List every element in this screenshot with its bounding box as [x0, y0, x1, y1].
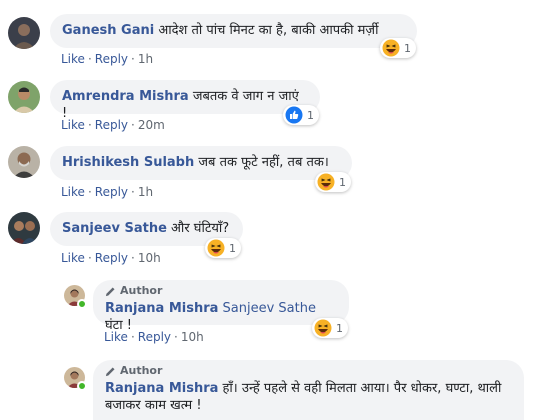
pencil-icon — [105, 286, 115, 296]
reply-link[interactable]: Reply — [95, 185, 128, 199]
pencil-icon — [105, 366, 115, 376]
comment-actions: Like · Reply · 1h — [61, 185, 154, 199]
like-link[interactable]: Like — [61, 185, 85, 199]
reaction-count: 1 — [339, 175, 346, 189]
avatar[interactable] — [8, 81, 40, 113]
timestamp[interactable]: 1h — [138, 52, 153, 66]
reaction-count: 1 — [307, 108, 314, 122]
author-label: Author — [120, 284, 163, 297]
reaction-count: 1 — [229, 241, 236, 255]
haha-icon — [317, 173, 335, 191]
commenter-name[interactable]: Hrishikesh Sulabh — [62, 155, 194, 170]
reply-link[interactable]: Reply — [95, 251, 128, 265]
reaction-count: 1 — [404, 41, 411, 55]
like-link[interactable]: Like — [61, 118, 85, 132]
avatar[interactable] — [8, 17, 40, 49]
comment-bubble: Author Ranjana Mishra Sanjeev Sathe घंटा… — [93, 280, 349, 333]
comment-actions: Like · Reply · 20m — [61, 118, 165, 132]
timestamp[interactable]: 10h — [181, 330, 204, 344]
like-link[interactable]: Like — [61, 251, 85, 265]
mention-link[interactable]: Sanjeev Sathe — [223, 301, 316, 316]
reaction-badge[interactable]: 1 — [380, 38, 416, 58]
like-icon — [285, 106, 303, 124]
comment-text: और घंटियाँ? — [171, 221, 230, 236]
reply-link[interactable]: Reply — [95, 52, 128, 66]
online-status-dot — [77, 381, 87, 391]
comment-bubble: Author Ranjana Mishra हाँ। उन्हें पहले स… — [93, 360, 524, 420]
author-badge: Author — [105, 364, 512, 378]
author-label: Author — [120, 364, 163, 377]
reaction-badge[interactable]: 1 — [283, 105, 319, 125]
author-badge: Author — [105, 284, 337, 298]
comment-text: जब तक फूटे नहीं, तब तक। — [198, 155, 329, 170]
timestamp[interactable]: 1h — [138, 185, 153, 199]
reply-link[interactable]: Reply — [95, 118, 128, 132]
reaction-count: 1 — [336, 321, 343, 335]
haha-icon — [314, 319, 332, 337]
haha-icon — [207, 239, 225, 257]
timestamp[interactable]: 10h — [138, 251, 161, 265]
like-link[interactable]: Like — [104, 330, 128, 344]
comment-bubble: Hrishikesh Sulabh जब तक फूटे नहीं, तब तक… — [50, 146, 352, 180]
reaction-badge[interactable]: 1 — [315, 172, 351, 192]
commenter-name[interactable]: Ranjana Mishra — [105, 301, 218, 316]
online-status-dot — [77, 299, 87, 309]
avatar[interactable] — [8, 212, 40, 244]
commenter-name[interactable]: Sanjeev Sathe — [62, 221, 167, 236]
comment-bubble: Ganesh Gani आदेश तो पांच मिनट का है, बाक… — [50, 14, 417, 48]
comment-text: आदेश तो पांच मिनट का है, बाकी आपकी मर्ज़… — [158, 23, 379, 38]
avatar[interactable] — [8, 146, 40, 178]
commenter-name[interactable]: Ganesh Gani — [62, 23, 154, 38]
commenter-name[interactable]: Ranjana Mishra — [105, 381, 218, 396]
reaction-badge[interactable]: 1 — [312, 318, 348, 338]
like-link[interactable]: Like — [61, 52, 85, 66]
comment-actions: Like · Reply · 10h — [61, 251, 161, 265]
commenter-name[interactable]: Amrendra Mishra — [62, 89, 189, 104]
reaction-badge[interactable]: 1 — [205, 238, 241, 258]
comment-actions: Like · Reply · 1h — [61, 52, 154, 66]
reply-link[interactable]: Reply — [138, 330, 171, 344]
comment-actions: Like · Reply · 10h — [104, 330, 204, 344]
timestamp[interactable]: 20m — [138, 118, 165, 132]
comment-bubble: Amrendra Mishra जबतक वे जाग न जाएं ! — [50, 80, 320, 121]
haha-icon — [382, 39, 400, 57]
